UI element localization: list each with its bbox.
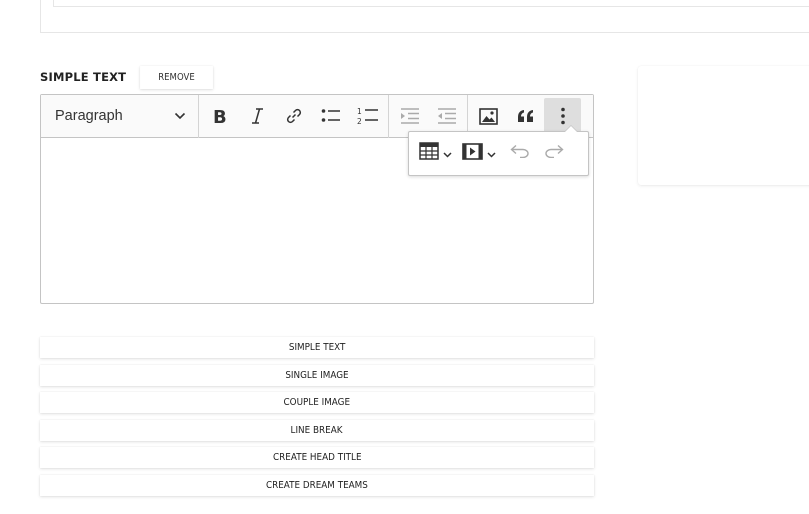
add-block-list: SIMPLE TEXT SINGLE IMAGE COUPLE IMAGE LI… — [40, 337, 594, 502]
side-card — [638, 66, 809, 185]
toolbar-separator — [198, 94, 199, 138]
chevron-down-icon — [443, 145, 452, 163]
remove-button[interactable]: REMOVE — [140, 65, 214, 89]
link-button[interactable] — [275, 98, 312, 134]
svg-text:1: 1 — [357, 107, 362, 116]
button-label: CREATE HEAD TITLE — [272, 452, 362, 463]
add-single-image-button[interactable]: SINGLE IMAGE — [40, 364, 594, 386]
bulleted-list-button[interactable] — [312, 98, 349, 134]
bulleted-list-icon — [321, 108, 341, 124]
add-simple-text-button[interactable]: SIMPLE TEXT — [40, 337, 594, 358]
blockquote-icon — [517, 109, 535, 123]
button-label: SINGLE IMAGE — [285, 369, 349, 381]
svg-text:B: B — [213, 107, 227, 125]
image-icon — [479, 107, 498, 125]
more-vertical-icon — [560, 107, 565, 125]
button-label: CREATE DREAM TEAMS — [266, 479, 368, 491]
italic-icon — [249, 107, 265, 125]
blockquote-button[interactable] — [507, 98, 544, 134]
heading-dropdown[interactable]: Paragraph — [41, 95, 198, 137]
section-title: SIMPLE TEXT — [40, 70, 127, 84]
toolbar-overflow-dropdown — [408, 125, 589, 176]
indent-button[interactable] — [428, 98, 465, 134]
redo-button[interactable] — [539, 137, 569, 171]
undo-icon — [510, 144, 530, 163]
create-dream-teams-button[interactable]: CREATE DREAM TEAMS — [40, 474, 594, 496]
chevron-down-icon — [487, 145, 496, 163]
create-head-title-button[interactable]: CREATE HEAD TITLE — [40, 447, 594, 468]
link-icon — [285, 107, 303, 125]
indent-icon — [437, 108, 457, 124]
outdent-icon — [400, 108, 420, 124]
bold-icon: B — [211, 107, 229, 125]
button-label: COUPLE IMAGE — [283, 397, 351, 408]
outdent-button[interactable] — [391, 98, 428, 134]
redo-icon — [544, 144, 564, 163]
toolbar-separator — [388, 94, 389, 138]
section-header: SIMPLE TEXT REMOVE — [40, 65, 217, 89]
previous-section-inner — [53, 0, 809, 7]
svg-text:2: 2 — [357, 117, 362, 126]
media-embed-icon — [462, 142, 483, 165]
undo-button[interactable] — [501, 137, 539, 171]
heading-dropdown-value: Paragraph — [55, 108, 123, 124]
button-label: LINE BREAK — [291, 424, 343, 436]
numbered-list-icon: 12 — [357, 106, 379, 126]
chevron-down-icon — [174, 107, 186, 125]
numbered-list-button[interactable]: 12 — [349, 98, 386, 134]
table-icon — [419, 142, 439, 165]
rich-text-editor: Paragraph B 1 2 — [40, 94, 594, 304]
previous-section-panel — [40, 0, 809, 33]
insert-media-button[interactable] — [457, 137, 501, 171]
bold-button[interactable]: B — [201, 98, 238, 134]
insert-image-button[interactable] — [470, 98, 507, 134]
insert-table-button[interactable] — [414, 137, 457, 171]
italic-button[interactable] — [238, 98, 275, 134]
add-couple-image-button[interactable]: COUPLE IMAGE — [40, 392, 594, 413]
button-label: SIMPLE TEXT — [288, 342, 346, 353]
add-line-break-button[interactable]: LINE BREAK — [40, 419, 594, 441]
